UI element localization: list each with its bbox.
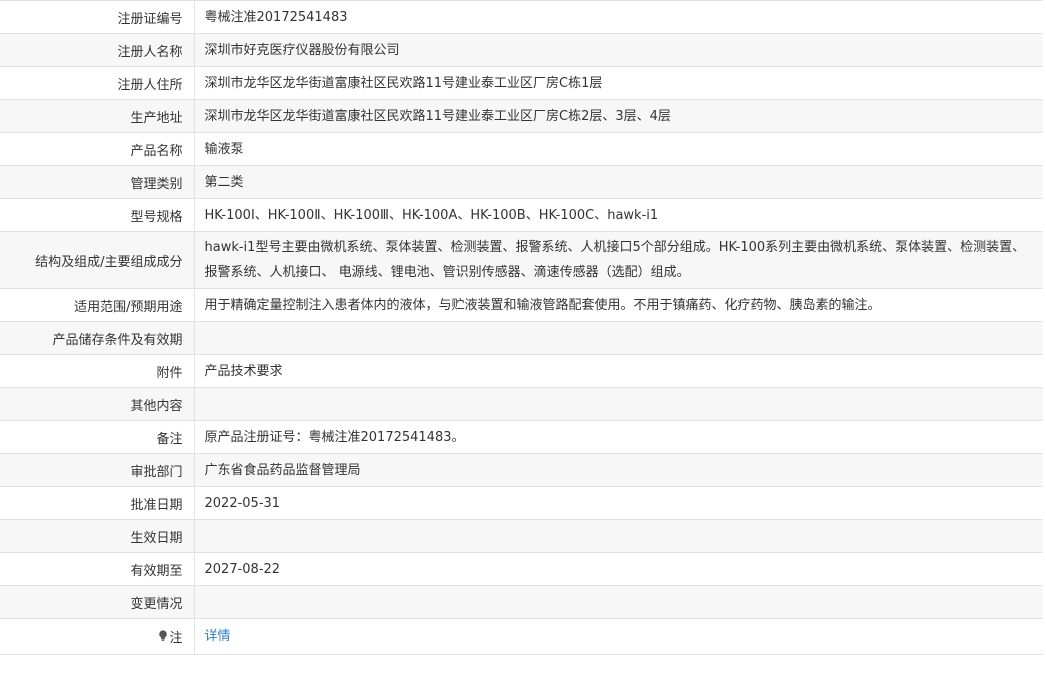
row-value [194,387,1043,421]
row-note: 注 详情 [0,618,1043,655]
row-label: 注册证编号 [0,0,195,34]
row-label: 产品储存条件及有效期 [0,321,195,355]
row-attachment: 附件 产品技术要求 [0,354,1043,388]
row-value: 广东省食品药品监督管理局 [194,453,1043,487]
row-registration-number: 注册证编号 粤械注准20172541483 [0,0,1043,34]
note-label: 注 [158,627,183,646]
row-remarks: 备注 原产品注册证号：粤械注准20172541483。 [0,420,1043,454]
row-label: 有效期至 [0,552,195,586]
row-label: 批准日期 [0,486,195,520]
row-value: hawk-i1型号主要由微机系统、泵体装置、检测装置、报警系统、人机接口5个部分… [194,231,1043,289]
row-value: 产品技术要求 [194,354,1043,388]
row-product-name: 产品名称 输液泵 [0,132,1043,166]
row-registrant-address: 注册人住所 深圳市龙华区龙华街道富康社区民欢路11号建业泰工业区厂房C栋1层 [0,66,1043,100]
row-effective-date: 生效日期 [0,519,1043,553]
lightbulb-icon [159,630,168,642]
row-value: 深圳市龙华区龙华街道富康社区民欢路11号建业泰工业区厂房C栋1层 [194,66,1043,100]
row-storage-validity: 产品储存条件及有效期 [0,321,1043,355]
row-value: 深圳市好克医疗仪器股份有限公司 [194,33,1043,67]
note-value-cell: 详情 [194,618,1043,655]
row-label: 附件 [0,354,195,388]
row-value: 2027-08-22 [194,552,1043,586]
row-label: 型号规格 [0,198,195,232]
row-change-status: 变更情况 [0,585,1043,619]
row-value: 第二类 [194,165,1043,199]
row-approval-date: 批准日期 2022-05-31 [0,486,1043,520]
row-value: HK-100Ⅰ、HK-100Ⅱ、HK-100Ⅲ、HK-100A、HK-100B、… [194,198,1043,232]
row-label: 管理类别 [0,165,195,199]
row-value: 输液泵 [194,132,1043,166]
row-label: 备注 [0,420,195,454]
row-other-content: 其他内容 [0,387,1043,421]
row-value: 2022-05-31 [194,486,1043,520]
note-label-text: 注 [169,630,183,646]
note-label-cell: 注 [0,618,195,655]
row-label: 其他内容 [0,387,195,421]
row-valid-until: 有效期至 2027-08-22 [0,552,1043,586]
row-management-category: 管理类别 第二类 [0,165,1043,199]
row-label: 生效日期 [0,519,195,553]
row-label: 结构及组成/主要组成成分 [0,231,195,289]
row-value [194,519,1043,553]
row-label: 变更情况 [0,585,195,619]
row-value: 原产品注册证号：粤械注准20172541483。 [194,420,1043,454]
row-label: 生产地址 [0,99,195,133]
row-value: 深圳市龙华区龙华街道富康社区民欢路11号建业泰工业区厂房C栋2层、3层、4层 [194,99,1043,133]
row-structure-composition: 结构及组成/主要组成成分 hawk-i1型号主要由微机系统、泵体装置、检测装置、… [0,231,1043,289]
row-label: 适用范围/预期用途 [0,288,195,322]
row-production-address: 生产地址 深圳市龙华区龙华街道富康社区民欢路11号建业泰工业区厂房C栋2层、3层… [0,99,1043,133]
row-registrant-name: 注册人名称 深圳市好克医疗仪器股份有限公司 [0,33,1043,67]
row-value: 粤械注准20172541483 [194,0,1043,34]
row-label: 审批部门 [0,453,195,487]
details-link[interactable]: 详情 [205,629,231,644]
row-approval-department: 审批部门 广东省食品药品监督管理局 [0,453,1043,487]
row-label: 产品名称 [0,132,195,166]
row-value: 用于精确定量控制注入患者体内的液体，与贮液装置和输液管路配套使用。不用于镇痛药、… [194,288,1043,322]
row-label: 注册人住所 [0,66,195,100]
row-intended-use: 适用范围/预期用途 用于精确定量控制注入患者体内的液体，与贮液装置和输液管路配套… [0,288,1043,322]
row-value [194,585,1043,619]
row-value [194,321,1043,355]
row-model-spec: 型号规格 HK-100Ⅰ、HK-100Ⅱ、HK-100Ⅲ、HK-100A、HK-… [0,198,1043,232]
registration-detail-table: 注册证编号 粤械注准20172541483 注册人名称 深圳市好克医疗仪器股份有… [0,0,1043,655]
row-label: 注册人名称 [0,33,195,67]
